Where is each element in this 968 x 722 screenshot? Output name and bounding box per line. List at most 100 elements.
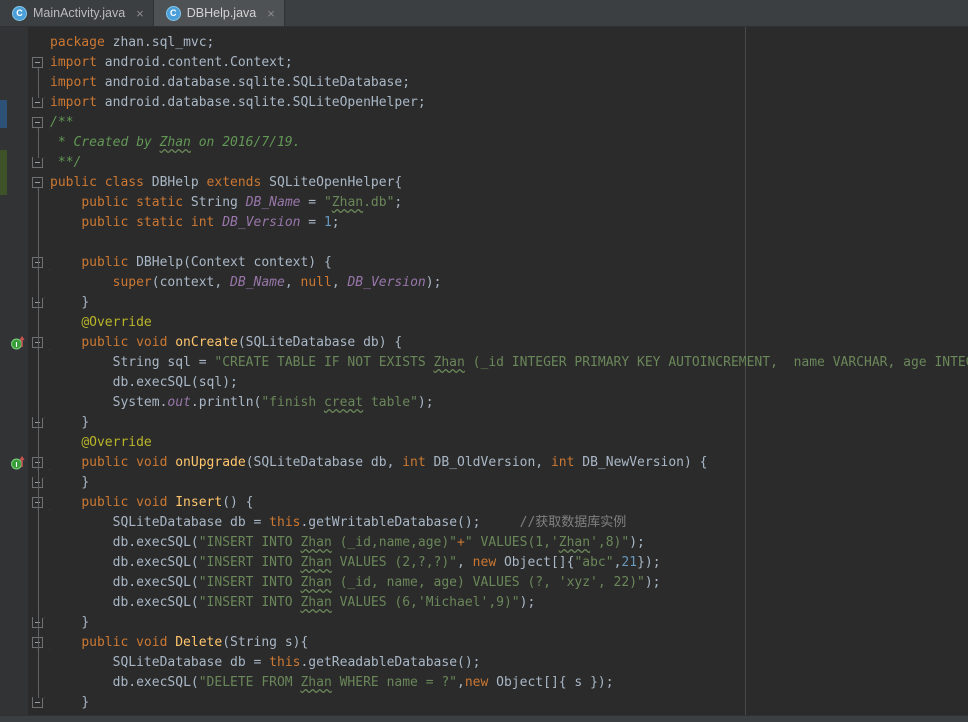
code-token: .getWritableDatabase();	[300, 515, 481, 530]
override-method-icon[interactable]: I	[10, 334, 28, 352]
code-token: ,	[457, 555, 473, 570]
code-editor[interactable]: II package zhan.sql_mvc; import android.c…	[0, 27, 968, 715]
code-line[interactable]: public DBHelp(Context context) {	[50, 253, 332, 273]
fold-collapse-icon[interactable]	[32, 177, 43, 188]
code-line[interactable]: public void onUpgrade(SQLiteDatabase db,…	[50, 453, 707, 473]
fold-region-line	[38, 348, 39, 418]
code-token: Zhan	[433, 355, 465, 370]
code-token: db.execSQL(	[112, 535, 199, 550]
code-token: (_id, name, age) VALUES (?, 'xyz', 22)"	[331, 575, 645, 590]
fold-end-icon[interactable]	[32, 157, 43, 168]
code-line[interactable]: **/	[50, 153, 82, 173]
code-line[interactable]: public static String DB_Name = "Zhan.db"…	[50, 193, 402, 213]
code-token: System.	[112, 395, 168, 410]
code-token: (Context context) {	[183, 255, 332, 270]
code-folding-strip[interactable]	[28, 27, 50, 715]
code-token: Zhan	[300, 675, 332, 690]
editor-tab-inactive[interactable]: C MainActivity.java ×	[0, 0, 153, 26]
code-line[interactable]: }	[50, 473, 89, 493]
code-token: //获取数据库实例	[480, 515, 627, 530]
fold-end-icon[interactable]	[32, 97, 43, 108]
fold-collapse-icon[interactable]	[32, 57, 43, 68]
code-token: ,	[284, 275, 301, 290]
code-line[interactable]: public static int DB_Version = 1;	[50, 213, 339, 233]
code-line[interactable]: }	[50, 293, 89, 313]
code-line[interactable]: }	[50, 693, 89, 713]
code-token: }	[81, 475, 90, 490]
close-icon[interactable]: ×	[267, 7, 275, 20]
code-token: SQLiteDatabase db =	[112, 515, 270, 530]
vcs-change-marker[interactable]	[0, 100, 7, 128]
override-method-icon[interactable]: I	[10, 454, 28, 472]
code-token: Zhan	[159, 135, 191, 150]
svg-text:I: I	[16, 462, 18, 469]
editor-gutter[interactable]: II	[7, 27, 28, 715]
code-line[interactable]: @Override	[50, 433, 151, 453]
code-line[interactable]: }	[50, 613, 89, 633]
code-token: DB_Version	[347, 275, 426, 290]
code-line[interactable]: db.execSQL("INSERT INTO Zhan (_id, name,…	[50, 573, 661, 593]
code-line[interactable]: public class DBHelp extends SQLiteOpenHe…	[50, 173, 402, 193]
vcs-annotation-strip[interactable]	[0, 27, 7, 715]
code-line[interactable]: SQLiteDatabase db = this.getWritableData…	[50, 513, 627, 533]
code-line[interactable]: public void Delete(String s){	[50, 633, 308, 653]
code-token: public void	[81, 635, 176, 650]
code-token: package	[50, 35, 113, 50]
fold-region-line	[38, 128, 39, 158]
code-token: new	[472, 555, 504, 570]
close-icon[interactable]: ×	[136, 7, 144, 20]
code-line[interactable]: public void onCreate(SQLiteDatabase db) …	[50, 333, 402, 353]
code-token: "	[323, 195, 332, 210]
fold-region-line	[38, 188, 39, 698]
code-token: Object[]{ s });	[496, 675, 614, 690]
code-line[interactable]: String sql = "CREATE TABLE IF NOT EXISTS…	[50, 353, 968, 373]
code-line[interactable]: import android.database.sqlite.SQLiteDat…	[50, 73, 410, 93]
code-line[interactable]: @Override	[50, 313, 151, 333]
code-token: int	[550, 455, 583, 470]
code-token: "finish	[261, 395, 324, 410]
code-token: );	[629, 535, 645, 550]
code-line[interactable]: System.out.println("finish creat table")…	[50, 393, 434, 413]
code-token: " VALUES(1,'	[464, 535, 559, 550]
code-line[interactable]: /**	[50, 113, 73, 133]
code-token: /**	[50, 115, 74, 130]
code-token: db.execSQL(sql)	[112, 375, 231, 390]
code-line[interactable]: }	[50, 413, 89, 433]
code-token: android.content.Context	[104, 55, 285, 70]
code-token: SQLiteOpenHelper{	[269, 175, 403, 190]
code-line[interactable]: db.execSQL("INSERT INTO Zhan VALUES (6,'…	[50, 593, 536, 613]
editor-tab-label: DBHelp.java	[186, 6, 257, 20]
code-line[interactable]: db.execSQL(sql);	[50, 373, 238, 393]
code-content[interactable]: package zhan.sql_mvc; import android.cont…	[50, 27, 968, 715]
code-line[interactable]: db.execSQL("INSERT INTO Zhan VALUES (2,?…	[50, 553, 661, 573]
fold-collapse-icon[interactable]	[32, 117, 43, 128]
code-token: "INSERT INTO	[198, 595, 301, 610]
code-token: () {	[222, 495, 254, 510]
vcs-change-marker[interactable]	[0, 150, 7, 195]
code-line[interactable]: db.execSQL("INSERT INTO Zhan (_id,name,a…	[50, 533, 645, 553]
code-token: "DELETE FROM	[198, 675, 301, 690]
code-line[interactable]: * Created by Zhan on 2016/7/19.	[50, 133, 301, 153]
code-line[interactable]: db.execSQL("DELETE FROM Zhan WHERE name …	[50, 673, 614, 693]
fold-end-icon[interactable]	[32, 697, 43, 708]
code-token: ;	[230, 375, 238, 390]
code-token: out	[167, 395, 191, 410]
editor-tab-active[interactable]: C DBHelp.java ×	[153, 0, 284, 26]
code-line[interactable]: package zhan.sql_mvc;	[50, 33, 214, 53]
code-line[interactable]: public void Insert() {	[50, 493, 254, 513]
code-line[interactable]: import android.database.sqlite.SQLiteOpe…	[50, 93, 426, 113]
code-line[interactable]: SQLiteDatabase db = this.getReadableData…	[50, 653, 481, 673]
code-line[interactable]: import android.content.Context;	[50, 53, 293, 73]
code-token: public class	[50, 175, 152, 190]
code-token: DBHelp	[136, 255, 184, 270]
code-line[interactable]: super(context, DB_Name, null, DB_Version…	[50, 273, 442, 293]
